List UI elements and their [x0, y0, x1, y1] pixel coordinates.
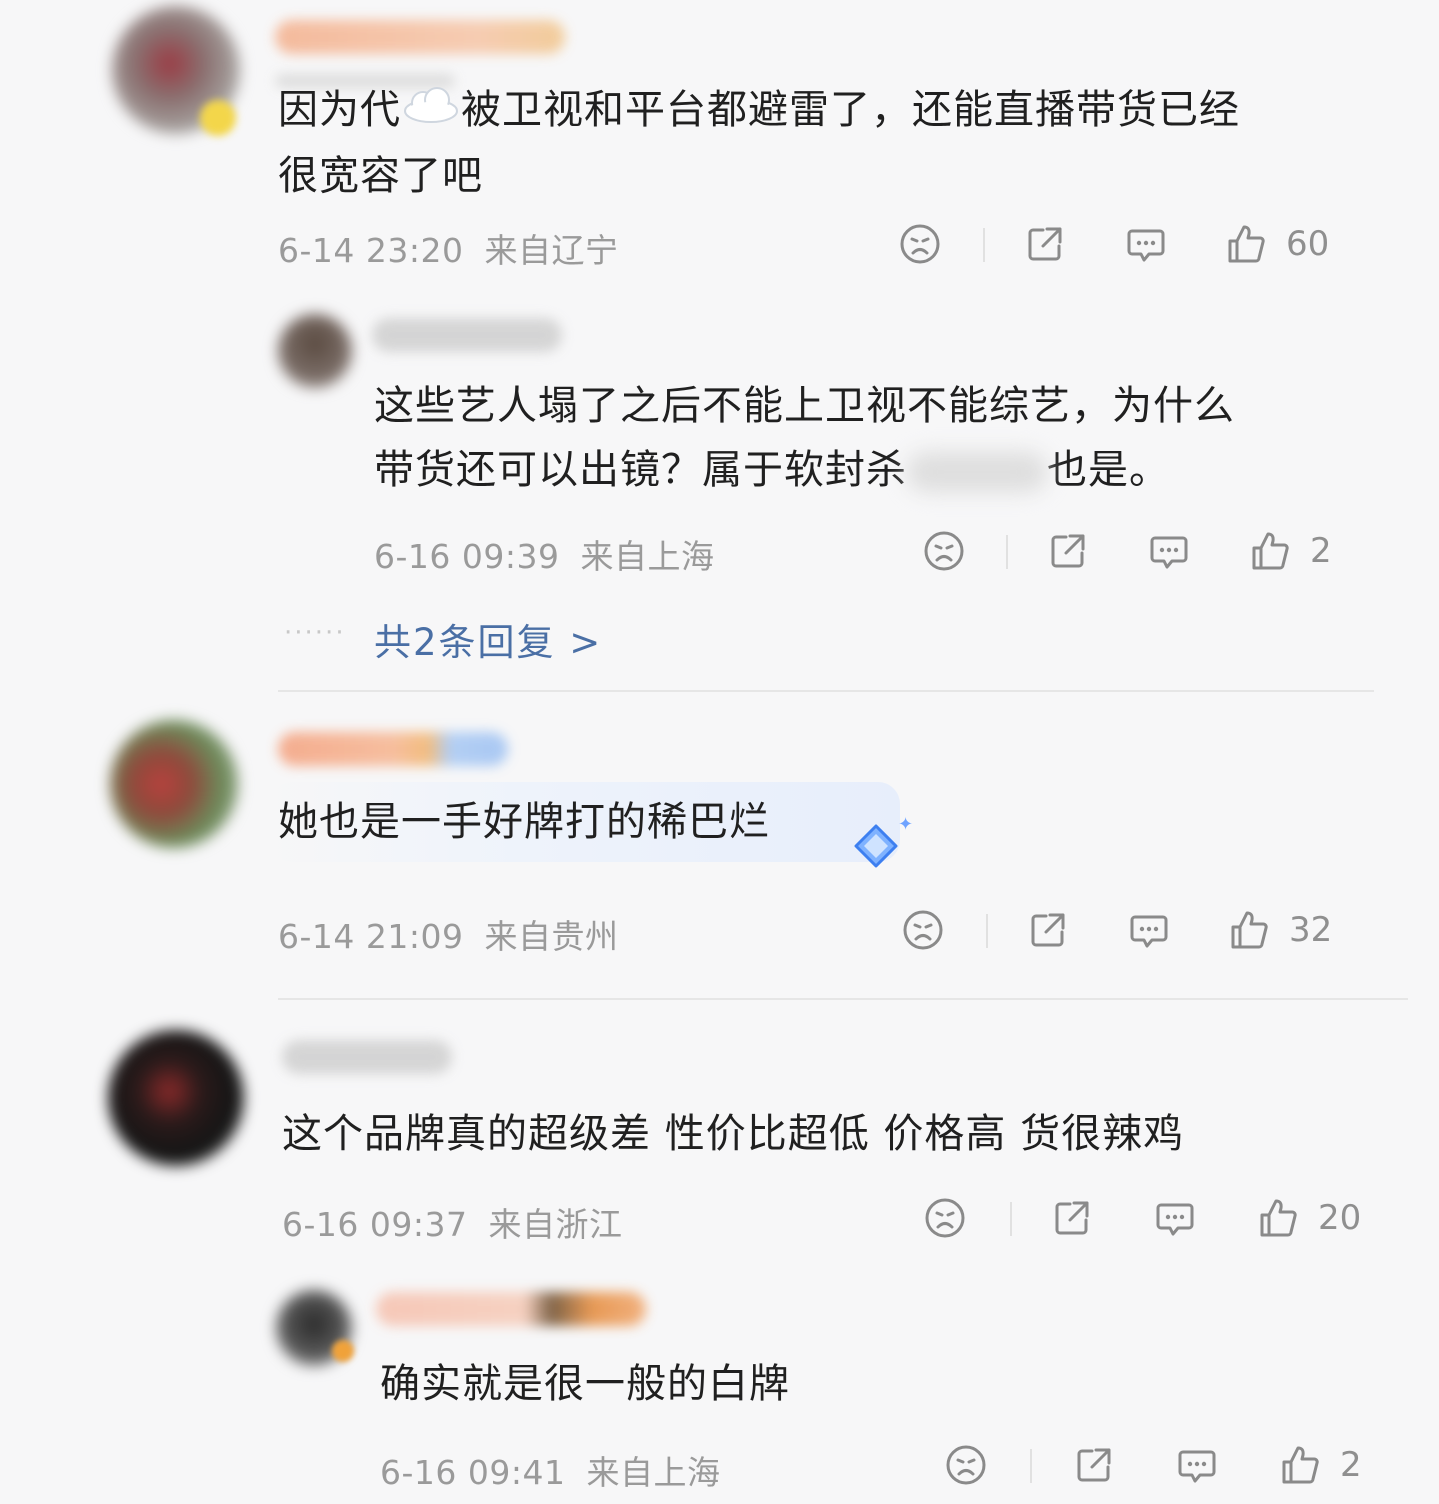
share-button[interactable] — [1023, 222, 1067, 266]
dislike-button[interactable] — [923, 1196, 967, 1240]
action-bar: 20 — [0, 1196, 1439, 1240]
username[interactable] — [376, 1292, 646, 1326]
like-button[interactable] — [1256, 1196, 1300, 1240]
avatar[interactable] — [278, 314, 352, 388]
reply-button[interactable] — [1147, 529, 1191, 573]
comment-divider — [278, 690, 1374, 692]
sad-face-icon — [898, 222, 942, 266]
reply-button[interactable] — [1153, 1196, 1197, 1240]
share-button[interactable] — [1046, 529, 1090, 573]
thumbs-up-icon — [1227, 908, 1271, 952]
thumbs-up-icon — [1224, 222, 1268, 266]
dislike-button[interactable] — [922, 529, 966, 573]
more-replies-link[interactable]: 共2条回复 > — [374, 612, 602, 666]
reply-text: 这些艺人塌了之后不能上卫视不能综艺，为什么 带货还可以出镜？属于软封杀 也是。 — [374, 383, 1235, 493]
reply-button[interactable] — [1175, 1443, 1219, 1487]
like-count: 2 — [1310, 531, 1332, 571]
comment-text: 因为代 被卫视和平台都避雷了，还能直播带货已经 很宽容了吧 — [278, 78, 1358, 208]
comment-icon — [1153, 1196, 1197, 1240]
sad-face-icon — [901, 908, 945, 952]
sad-face-icon — [922, 529, 966, 573]
divider — [1010, 1202, 1012, 1236]
dislike-button[interactable] — [901, 908, 945, 952]
action-bar: 32 — [0, 908, 1439, 952]
like-button[interactable] — [1227, 908, 1271, 952]
divider — [1030, 1449, 1032, 1483]
username[interactable] — [275, 20, 565, 54]
comment-text: 她也是一手好牌打的稀巴烂 — [278, 799, 770, 845]
reply-text: 确实就是很一般的白牌 — [380, 1361, 790, 1407]
like-button[interactable] — [1248, 529, 1292, 573]
dislike-button[interactable] — [944, 1443, 988, 1487]
divider — [986, 914, 988, 948]
share-button[interactable] — [1026, 908, 1070, 952]
comment-icon — [1175, 1443, 1219, 1487]
share-button[interactable] — [1050, 1196, 1094, 1240]
sparkle-icon: ✦ — [898, 814, 914, 835]
share-icon — [1026, 908, 1070, 952]
username[interactable] — [278, 732, 508, 766]
comment-icon — [1124, 222, 1168, 266]
comment-text: 这个品牌真的超级差 性价比超低 价格高 货很辣鸡 — [282, 1111, 1185, 1157]
action-bar: 2 — [0, 1443, 1439, 1487]
redacted-text — [907, 452, 1047, 492]
comment-icon — [1147, 529, 1191, 573]
diamond-icon — [852, 822, 900, 870]
thumbs-up-icon — [1248, 529, 1292, 573]
action-bar: 60 — [0, 222, 1439, 266]
comment-divider — [278, 998, 1408, 1000]
dislike-button[interactable] — [898, 222, 942, 266]
like-count: 2 — [1340, 1445, 1362, 1485]
like-button[interactable] — [1224, 222, 1268, 266]
avatar[interactable] — [110, 720, 238, 848]
divider — [983, 228, 985, 262]
username[interactable] — [372, 318, 562, 352]
badge-icon — [332, 1340, 354, 1362]
sad-face-icon — [944, 1443, 988, 1487]
sad-face-icon — [923, 1196, 967, 1240]
divider — [1006, 535, 1008, 569]
like-count: 20 — [1318, 1198, 1362, 1238]
share-button[interactable] — [1072, 1443, 1116, 1487]
thumbs-up-icon — [1256, 1196, 1300, 1240]
share-icon — [1023, 222, 1067, 266]
avatar[interactable] — [108, 1030, 244, 1166]
action-bar: 2 — [0, 529, 1439, 573]
comment-icon — [1127, 908, 1171, 952]
like-button[interactable] — [1278, 1443, 1322, 1487]
username[interactable] — [282, 1040, 452, 1074]
reply-button[interactable] — [1124, 222, 1168, 266]
reply-button[interactable] — [1127, 908, 1171, 952]
thumbs-up-icon — [1278, 1443, 1322, 1487]
share-icon — [1046, 529, 1090, 573]
verified-badge-icon — [200, 100, 236, 136]
like-count: 32 — [1289, 910, 1333, 950]
thread-dots: ······ — [284, 618, 346, 648]
like-count: 60 — [1286, 224, 1330, 264]
cloud-icon — [401, 80, 461, 144]
share-icon — [1050, 1196, 1094, 1240]
share-icon — [1072, 1443, 1116, 1487]
